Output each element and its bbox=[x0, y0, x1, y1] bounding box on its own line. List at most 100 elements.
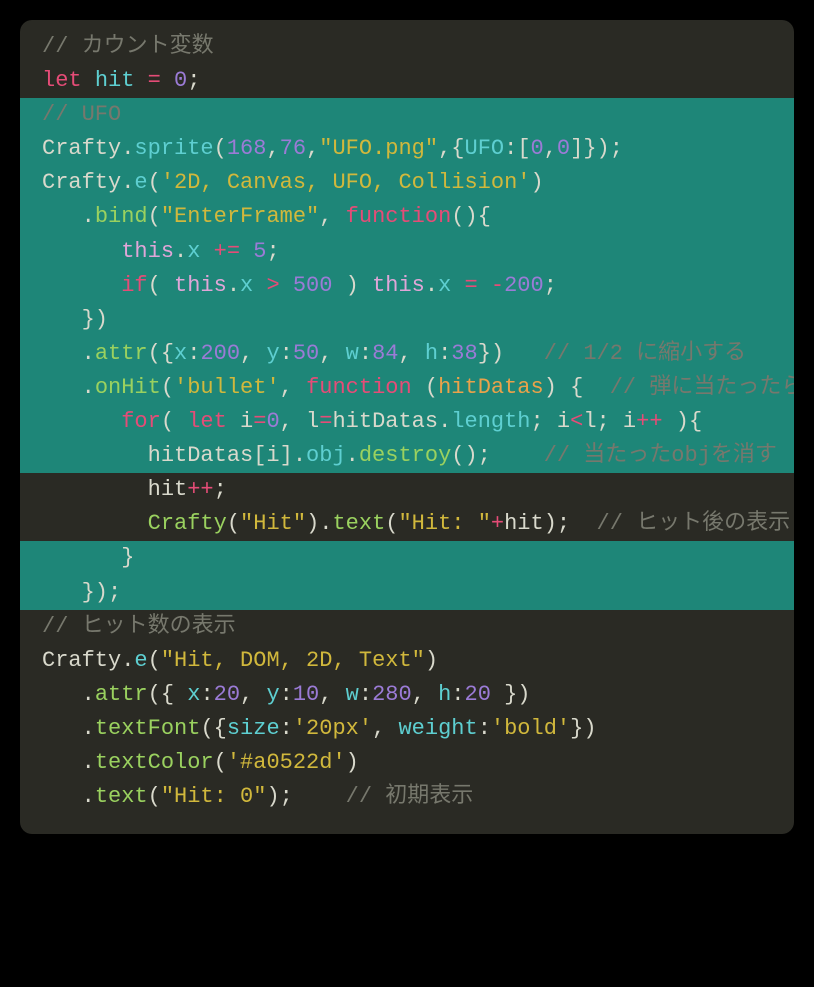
token-prop: x bbox=[187, 239, 213, 264]
token-punct: : bbox=[451, 682, 464, 707]
token-punct: . bbox=[293, 443, 306, 468]
token-prop: x bbox=[174, 341, 187, 366]
token-string: 'bold' bbox=[491, 716, 570, 741]
token-number: 0 bbox=[266, 409, 279, 434]
token-punct: ; bbox=[187, 68, 200, 93]
token-prop: length bbox=[451, 409, 530, 434]
token-number: 76 bbox=[280, 136, 306, 161]
token-ident: l; i bbox=[583, 409, 636, 434]
token-number: 38 bbox=[451, 341, 477, 366]
token-ident: Crafty bbox=[42, 648, 121, 673]
token-punct: ) bbox=[346, 750, 359, 775]
code-line: let hit = 0; bbox=[20, 64, 794, 98]
code-line: if( this.x > 500 ) this.x = -200; bbox=[20, 269, 794, 303]
token-prop: h bbox=[438, 682, 451, 707]
token-op: > bbox=[266, 273, 292, 298]
token-punct: ( bbox=[148, 204, 161, 229]
token-punct: }); bbox=[583, 136, 623, 161]
token-string: '2D, Canvas, UFO, Collision' bbox=[161, 170, 531, 195]
token-number: 500 bbox=[293, 273, 333, 298]
token-number: 280 bbox=[372, 682, 412, 707]
token-number: 5 bbox=[253, 239, 266, 264]
code-line: Crafty.e('2D, Canvas, UFO, Collision') bbox=[20, 166, 794, 200]
code-line: // ヒット数の表示 bbox=[20, 610, 794, 644]
code-line: Crafty("Hit").text("Hit: "+hit); // ヒット後… bbox=[20, 507, 794, 541]
token-punct: ; bbox=[266, 239, 279, 264]
token-punct: : bbox=[280, 682, 293, 707]
token-punct bbox=[42, 273, 121, 298]
code-line: this.x += 5; bbox=[20, 235, 794, 269]
token-prop: hit bbox=[95, 68, 148, 93]
code-block[interactable]: // カウント変数let hit = 0;// UFOCrafty.sprite… bbox=[20, 30, 794, 814]
token-string: "Hit" bbox=[240, 511, 306, 536]
token-keyword: for bbox=[121, 409, 161, 434]
token-punct: ). bbox=[306, 511, 332, 536]
token-punct: ); bbox=[266, 784, 345, 809]
token-punct: : bbox=[359, 341, 372, 366]
token-param: hitDatas bbox=[438, 375, 544, 400]
token-op: = bbox=[148, 68, 174, 93]
token-keyword: if bbox=[121, 273, 147, 298]
token-punct: (){ bbox=[451, 204, 491, 229]
token-op: = bbox=[465, 273, 491, 298]
token-keyword: let bbox=[187, 409, 240, 434]
token-punct: } bbox=[42, 545, 134, 570]
token-punct: ) bbox=[531, 170, 544, 195]
token-prop: weight bbox=[398, 716, 477, 741]
token-punct: ( bbox=[161, 409, 187, 434]
token-comment: // 1/2 に縮小する bbox=[544, 341, 746, 366]
code-line: .textColor('#a0522d') bbox=[20, 746, 794, 780]
token-punct: ) { bbox=[544, 375, 610, 400]
token-op: < bbox=[570, 409, 583, 434]
token-punct: . bbox=[42, 682, 95, 707]
token-string: 'bullet' bbox=[174, 375, 280, 400]
code-line: Crafty.sprite(168,76,"UFO.png",{UFO:[0,0… bbox=[20, 132, 794, 166]
token-prop: e bbox=[134, 648, 147, 673]
token-ident: Crafty bbox=[42, 170, 121, 195]
token-punct: ( bbox=[425, 375, 438, 400]
token-ident: hitDatas[i] bbox=[42, 443, 293, 468]
token-punct bbox=[42, 239, 121, 264]
token-punct bbox=[42, 409, 121, 434]
token-punct: , bbox=[266, 136, 279, 161]
token-punct: : bbox=[187, 341, 200, 366]
token-number: 84 bbox=[372, 341, 398, 366]
code-line: // カウント変数 bbox=[20, 30, 794, 64]
token-punct: . bbox=[438, 409, 451, 434]
token-punct: . bbox=[42, 716, 95, 741]
token-op: = bbox=[319, 409, 332, 434]
token-op: = bbox=[253, 409, 266, 434]
token-ident: i bbox=[240, 409, 253, 434]
token-op: ++ bbox=[636, 409, 676, 434]
token-keyword: function bbox=[346, 204, 452, 229]
code-line: }) bbox=[20, 303, 794, 337]
token-this: this bbox=[121, 239, 174, 264]
token-comment: // UFO bbox=[42, 102, 121, 127]
token-comment: // 当たったobjを消す bbox=[544, 443, 777, 468]
token-punct: , bbox=[280, 375, 306, 400]
token-punct: ( bbox=[148, 648, 161, 673]
token-comment: // ヒット後の表示 bbox=[597, 511, 791, 536]
token-punct: , bbox=[372, 716, 398, 741]
token-op: - bbox=[491, 273, 504, 298]
token-punct: . bbox=[227, 273, 240, 298]
token-punct: }) bbox=[570, 716, 596, 741]
code-line: hitDatas[i].obj.destroy(); // 当たったobjを消す bbox=[20, 439, 794, 473]
token-number: 200 bbox=[200, 341, 240, 366]
token-number: 168 bbox=[227, 136, 267, 161]
token-punct: ) bbox=[332, 273, 372, 298]
code-line: .attr({ x:20, y:10, w:280, h:20 }) bbox=[20, 678, 794, 712]
token-ident: , l bbox=[280, 409, 320, 434]
token-punct: : bbox=[478, 716, 491, 741]
token-number: 200 bbox=[504, 273, 544, 298]
token-prop: y bbox=[266, 682, 279, 707]
token-punct: . bbox=[42, 750, 95, 775]
code-line: hit++; bbox=[20, 473, 794, 507]
token-prop: x bbox=[240, 273, 266, 298]
code-line: // UFO bbox=[20, 98, 794, 132]
token-punct: }) bbox=[42, 307, 108, 332]
token-number: 0 bbox=[557, 136, 570, 161]
token-punct: . bbox=[121, 648, 134, 673]
token-number: 20 bbox=[465, 682, 491, 707]
token-punct: ,{ bbox=[438, 136, 464, 161]
